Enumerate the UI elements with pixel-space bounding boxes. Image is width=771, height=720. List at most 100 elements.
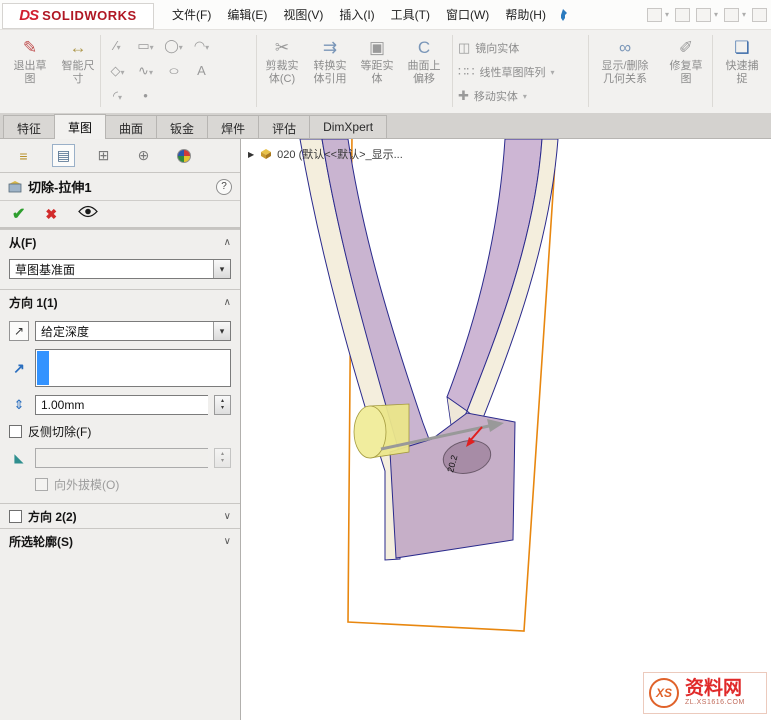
exit-sketch-button[interactable]: ✎ 退出草 图 [4,38,56,86]
chevron-up-icon[interactable]: ∧ [224,297,231,308]
menu-tools[interactable]: 工具(T) [383,1,438,28]
surface-offset-button[interactable]: C 曲面上 偏移 [400,38,448,86]
dropdown-arrow-icon[interactable]: ▾ [213,260,230,278]
tab-sheet-metal[interactable]: 钣金 [156,115,209,138]
tab-dimxpert[interactable]: DimXpert [309,115,388,138]
point-tool-button[interactable]: • [132,84,159,108]
feature-title: 切除-拉伸1 [28,180,92,195]
offset-entities-button[interactable]: ▣ 等距实 体 [356,38,398,86]
draft-icon: ◣ [14,451,24,465]
tab-evaluate[interactable]: 评估 [258,115,311,138]
circle-tool-button[interactable]: ◯▾ [160,34,187,58]
spin-down-icon[interactable]: ▾ [221,405,224,412]
menu-help[interactable]: 帮助(H) [497,1,554,28]
linear-pattern-dropdown-icon[interactable]: ▾ [551,68,555,77]
property-manager-tab-icon[interactable]: ▤ [52,144,75,167]
selected-contours-label: 所选轮廓(S) [9,534,73,549]
direction2-section-header[interactable]: 方向 2(2) ∨ [0,503,240,528]
draft-spinner[interactable]: ▴ ▾ [214,448,231,468]
repair-sketch-button[interactable]: ✐ 修复草 图 [662,38,710,86]
draft-angle-input[interactable] [35,448,208,468]
move-entities-button[interactable]: ✚ 移动实体 ▾ [458,88,527,104]
direction1-section-header[interactable]: 方向 1(1) ∧ [0,289,240,314]
exit-sketch-label2: 图 [24,73,36,85]
menu-edit[interactable]: 编辑(E) [219,1,275,28]
rectangle-dropdown-icon[interactable]: ▾ [150,43,154,52]
polygon-dropdown-icon[interactable]: ▾ [120,68,124,77]
reverse-direction-icon[interactable]: ↗ [9,321,29,341]
cancel-button[interactable]: ✖ [45,206,57,223]
rectangle-tool-button[interactable]: ▭▾ [132,34,159,58]
direction-reference-box[interactable] [35,349,231,387]
chevron-up-icon[interactable]: ∧ [224,237,231,248]
linear-sketch-pattern-button[interactable]: ∷∷ 线性草图阵列 ▾ [458,64,555,80]
spline-tool-button[interactable]: ∿▾ [132,59,159,83]
dimxpert-manager-tab-icon[interactable]: ⊕ [132,144,155,167]
print-dropdown-icon[interactable]: ▾ [742,10,746,19]
tab-weldments[interactable]: 焊件 [207,115,260,138]
display-manager-tab-icon[interactable] [172,144,195,167]
fillet-dropdown-icon[interactable]: ▾ [118,93,122,102]
spline-dropdown-icon[interactable]: ▾ [149,68,153,77]
dropdown-arrow-icon[interactable]: ▾ [213,322,230,340]
property-manager-header: 切除-拉伸1 ? [0,173,240,201]
print-icon[interactable] [723,7,739,22]
sketch-ribbon: ✎ 退出草 图 ↔ 智能尺 寸 ∕▾ ▭▾ ◯▾ ◠▾ ◇▾ ∿▾ ○ A ◜▾… [0,30,771,113]
text-tool-button[interactable]: A [188,59,215,83]
direction2-checkbox[interactable] [9,509,22,523]
new-document-dropdown-icon[interactable]: ▾ [665,10,669,19]
end-condition-select[interactable]: 给定深度 ▾ [35,321,231,341]
cut-cylinder-cap[interactable] [353,405,387,459]
tab-sketch[interactable]: 草图 [54,114,107,139]
from-section-header[interactable]: 从(F) ∧ [0,229,240,254]
options-icon[interactable] [752,7,767,22]
depth-spinner[interactable]: ▴ ▾ [214,395,231,415]
tab-features[interactable]: 特征 [3,115,56,138]
chevron-down-icon[interactable]: ∨ [224,511,231,522]
menu-insert[interactable]: 插入(I) [331,1,382,28]
tab-surfaces[interactable]: 曲面 [105,115,158,138]
detailed-preview-button[interactable] [77,205,99,223]
menu-file[interactable]: 文件(F) [164,1,219,28]
save-dropdown-icon[interactable]: ▾ [714,10,718,19]
smart-dimension-button[interactable]: ↔ 智能尺 寸 [55,38,101,86]
move-dropdown-icon[interactable]: ▾ [523,92,527,101]
quick-snaps-button[interactable]: ❏ 快速捕 捉 [716,38,768,86]
circle-dropdown-icon[interactable]: ▾ [179,43,183,52]
flip-side-checkbox[interactable] [9,425,22,438]
line-dropdown-icon[interactable]: ▾ [117,43,121,52]
model-canvas[interactable]: 20.2 [241,139,771,720]
new-document-icon[interactable] [646,7,662,22]
draft-outward-checkbox[interactable] [35,478,48,491]
display-delete-relations-button[interactable]: ∞ 显示/删除 几何关系 [592,38,658,86]
line-tool-button[interactable]: ∕▾ [104,34,131,58]
arc-tool-button[interactable]: ◠▾ [188,34,215,58]
convert-entities-button[interactable]: ⇉ 转换实 体引用 [306,38,354,86]
menu-view[interactable]: 视图(V) [275,1,331,28]
configuration-manager-tab-icon[interactable]: ⊞ [92,144,115,167]
menu-window[interactable]: 窗口(W) [438,1,497,28]
spin-down-icon[interactable]: ▾ [221,458,224,465]
arc-dropdown-icon[interactable]: ▾ [205,43,209,52]
graphics-area[interactable]: 20.2 ▶ 020 (默认<<默认>_显示... XS 资料网 ZL.XS16… [241,139,771,720]
spin-up-icon[interactable]: ▴ [221,451,224,458]
chevron-down-icon[interactable]: ∨ [224,536,231,547]
tree-expand-icon[interactable]: ▶ [248,150,254,159]
ellipse-tool-button[interactable]: ○ [160,59,187,83]
pin-menu-icon[interactable] [556,8,569,22]
from-condition-select[interactable]: 草图基准面 ▾ [9,259,231,279]
ok-button[interactable]: ✔ [12,204,25,224]
depth-input[interactable]: 1.00mm [35,395,208,415]
polygon-tool-button[interactable]: ◇▾ [104,59,131,83]
feature-tree-breadcrumb[interactable]: ▶ 020 (默认<<默认>_显示... [248,146,403,162]
fillet-tool-button[interactable]: ◜▾ [104,84,131,108]
spin-up-icon[interactable]: ▴ [221,398,224,405]
mirror-entities-button[interactable]: ◫ 镜向实体 [458,40,519,56]
selected-contours-section-header[interactable]: 所选轮廓(S) ∨ [0,528,240,553]
solidworks-logo: DS SOLIDWORKS [2,2,154,29]
help-icon[interactable]: ? [216,178,232,195]
feature-manager-tab-icon[interactable]: ≡ [12,144,35,167]
save-icon[interactable] [695,7,711,22]
trim-entities-button[interactable]: ✂ 剪裁实 体(C) [260,38,304,86]
open-icon[interactable] [674,7,690,22]
